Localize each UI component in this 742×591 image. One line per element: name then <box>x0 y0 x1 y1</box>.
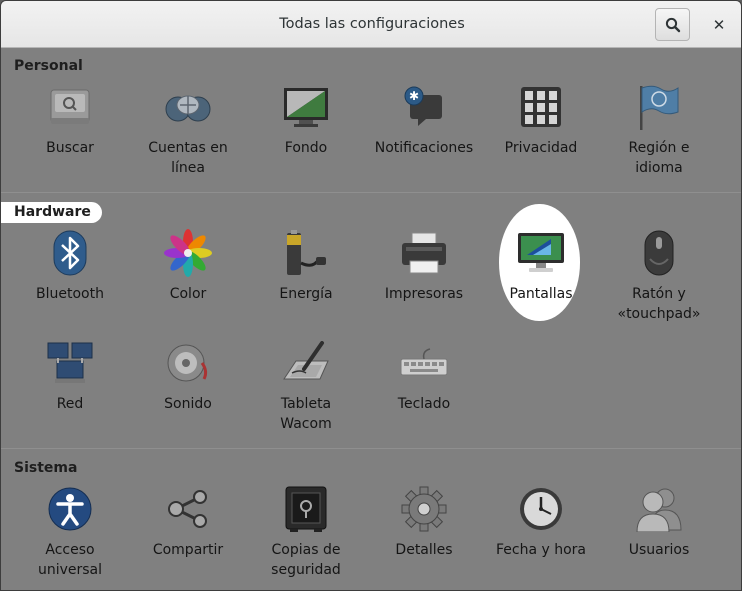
online-accounts-icon <box>164 83 212 131</box>
bluetooth-icon <box>46 229 94 277</box>
panel-color[interactable]: Color <box>129 229 247 304</box>
details-gear-icon <box>400 485 448 533</box>
window-title: Todas las configuraciones <box>279 16 465 32</box>
backup-safe-icon <box>282 485 330 533</box>
color-icon <box>164 229 212 277</box>
panel-label: Tableta Wacom <box>280 396 332 432</box>
panel-label: Sonido <box>164 396 212 412</box>
panel-label: Energía <box>279 286 333 302</box>
header-bar: Todas las configuraciones ✕ <box>1 1 741 48</box>
panel-label: Pantallas <box>509 286 573 302</box>
universal-access-icon <box>46 485 94 533</box>
users-icon <box>635 485 683 533</box>
mouse-icon <box>635 229 683 277</box>
panel-energia[interactable]: Energía <box>247 229 365 304</box>
panel-label: Fecha y hora <box>495 542 586 558</box>
panel-privacidad[interactable]: Privacidad <box>482 83 600 158</box>
panel-label: Impresoras <box>384 286 464 302</box>
section-title-personal: Personal <box>14 58 83 74</box>
panel-compartir[interactable]: Compartir <box>129 485 247 560</box>
panel-label: Color <box>169 286 207 302</box>
panel-label: Notificaciones <box>374 140 474 156</box>
panel-label: Teclado <box>397 396 451 412</box>
panel-teclado[interactable]: Teclado <box>365 339 483 414</box>
printer-icon <box>400 229 448 277</box>
panel-fecha-y-hora[interactable]: Fecha y hora <box>482 485 600 560</box>
panel-tableta-wacom[interactable]: Tableta Wacom <box>247 339 365 434</box>
settings-content: Personal Buscar Cuentas en línea Fondo ✱… <box>1 48 741 590</box>
panel-cuentas-en-linea[interactable]: Cuentas en línea <box>129 83 247 178</box>
wacom-tablet-icon <box>282 339 330 387</box>
display-icon <box>517 229 565 277</box>
section-divider <box>1 192 741 193</box>
notifications-icon: ✱ <box>400 83 448 131</box>
sound-icon <box>164 339 212 387</box>
panel-notificaciones[interactable]: ✱ Notificaciones <box>365 83 483 158</box>
panel-acceso-universal[interactable]: Acceso universal <box>11 485 129 580</box>
panel-copias-de-seguridad[interactable]: Copias de seguridad <box>247 485 365 580</box>
panel-label: Red <box>56 396 84 412</box>
panel-usuarios[interactable]: Usuarios <box>600 485 718 560</box>
panel-fondo[interactable]: Fondo <box>247 83 365 158</box>
panel-label: Fondo <box>284 140 328 156</box>
keyboard-icon <box>400 339 448 387</box>
panel-sonido[interactable]: Sonido <box>129 339 247 414</box>
panel-label: Región e idioma <box>628 140 690 176</box>
panel-label: Bluetooth <box>36 286 104 302</box>
power-battery-icon <box>282 229 330 277</box>
privacy-icon <box>517 83 565 131</box>
panel-impresoras[interactable]: Impresoras <box>365 229 483 304</box>
close-button[interactable]: ✕ <box>704 8 734 41</box>
search-panel-icon <box>46 83 94 131</box>
panel-label: Usuarios <box>628 542 690 558</box>
panel-region-e-idioma[interactable]: Región e idioma <box>600 83 718 178</box>
close-icon: ✕ <box>712 15 726 34</box>
panel-label: Acceso universal <box>37 542 103 578</box>
search-button[interactable] <box>655 8 690 41</box>
panel-label: Cuentas en línea <box>148 140 228 176</box>
network-icon <box>46 339 94 387</box>
svg-text:✱: ✱ <box>409 89 419 103</box>
panel-label: Buscar <box>46 140 94 156</box>
panel-bluetooth[interactable]: Bluetooth <box>11 229 129 304</box>
panel-buscar[interactable]: Buscar <box>11 83 129 158</box>
clock-icon <box>517 485 565 533</box>
settings-window: Todas las configuraciones ✕ Personal Bus… <box>0 0 742 591</box>
panel-detalles[interactable]: Detalles <box>365 485 483 560</box>
panel-label: Detalles <box>395 542 453 558</box>
panel-label: Copias de seguridad <box>271 542 341 578</box>
search-icon <box>665 17 680 32</box>
section-divider <box>1 448 741 449</box>
panel-label: Privacidad <box>504 140 578 156</box>
panel-pantallas[interactable]: Pantallas <box>482 229 600 304</box>
sharing-icon <box>164 485 212 533</box>
panel-red[interactable]: Red <box>11 339 129 414</box>
panel-raton-touchpad[interactable]: Ratón y «touchpad» <box>600 229 718 324</box>
panel-label: Compartir <box>152 542 224 558</box>
region-flag-icon <box>635 83 683 131</box>
background-icon <box>282 83 330 131</box>
section-title-hardware: Hardware <box>1 202 102 223</box>
panel-label: Ratón y «touchpad» <box>617 286 701 322</box>
section-title-sistema: Sistema <box>14 460 78 476</box>
